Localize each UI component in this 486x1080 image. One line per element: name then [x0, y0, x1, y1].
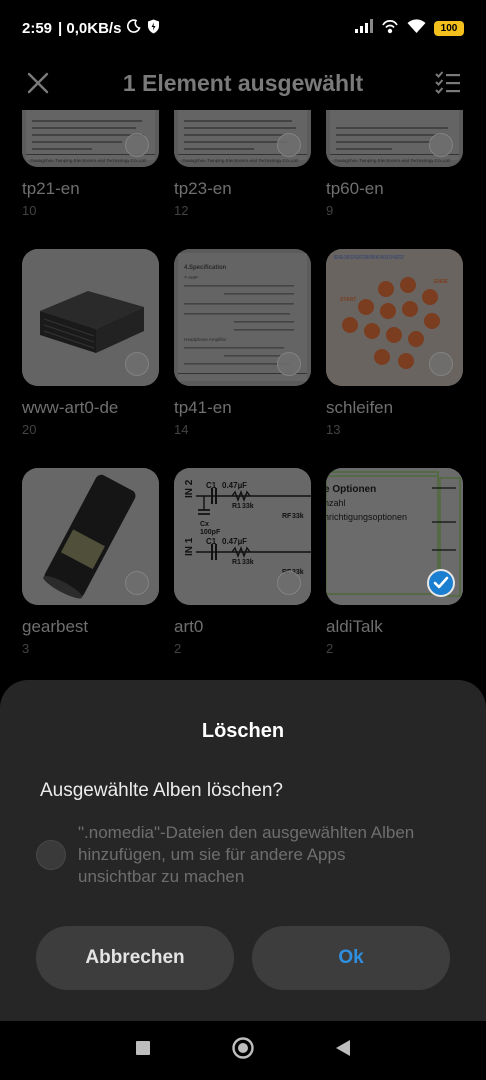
circuit-label: R1: [232, 559, 241, 566]
thumb-text: hrichtigungsoptionen: [326, 512, 407, 522]
circuit-label: 100pF: [200, 529, 221, 536]
selected-check-icon[interactable]: [427, 569, 455, 597]
album-count: 13: [326, 422, 341, 437]
thumb-footer-text: Guangzhou Tianping Electronics and Techn…: [334, 158, 451, 163]
album-count: 2: [326, 641, 334, 656]
selection-circle[interactable]: [429, 133, 453, 157]
wifi-icon: [407, 18, 426, 38]
album-name: tp23-en: [174, 179, 232, 198]
album-thumbnail: Guangzhou Tianping Electronics and Techn…: [174, 110, 311, 167]
selection-circle[interactable]: [125, 352, 149, 376]
circuit-label: C1: [206, 537, 217, 546]
selection-circle[interactable]: [277, 133, 301, 157]
circuit-label: RF: [282, 513, 292, 520]
circuit-label: 0.47µF: [222, 481, 247, 490]
album-item[interactable]: Guangzhou Tianping Electronics and Techn…: [174, 110, 311, 218]
circuit-label: Cx: [200, 521, 209, 528]
home-icon[interactable]: [231, 1036, 255, 1065]
album-item[interactable]: IN 2 IN 1 C1 0.47µF C1 0.47µF R1 33k R1 …: [174, 468, 311, 656]
thumb-footer-text: Guangzhou Tianping Electronics and Techn…: [182, 158, 299, 163]
delete-dialog: Löschen Ausgewählte Alben löschen? ".nom…: [0, 680, 486, 1021]
checklist-icon[interactable]: [432, 67, 464, 99]
album-item[interactable]: Guangzhou Tianping Electronics and Techn…: [22, 110, 159, 218]
album-name: gearbest: [22, 617, 89, 636]
album-name: art0: [174, 617, 204, 636]
album-count: 9: [326, 203, 334, 218]
battery-icon: 100: [434, 20, 464, 36]
album-thumbnail: IN 2 IN 1 C1 0.47µF C1 0.47µF R1 33k R1 …: [174, 468, 311, 605]
album-thumbnail: [22, 249, 159, 386]
album-item[interactable]: 4.Specification T-AMP Headphone Amplifie…: [174, 249, 311, 437]
thumb-label: START: [340, 297, 356, 303]
album-name: tp60-en: [326, 179, 384, 198]
album-item[interactable]: e Optionen nzahl hrichtigungsoptionen al…: [326, 468, 463, 656]
album-name: tp41-en: [174, 398, 232, 417]
album-count: 20: [22, 422, 37, 437]
album-grid: Guangzhou Tianping Electronics and Techn…: [0, 110, 486, 680]
circuit-label: 33k: [242, 503, 254, 510]
nomedia-checkbox[interactable]: [36, 840, 66, 870]
back-icon[interactable]: [335, 1039, 351, 1062]
album-count: 3: [22, 641, 30, 656]
album-item[interactable]: BEI WELCHER SCHLEIFSTEINKÖRNUNG MACHE IC…: [326, 249, 463, 437]
thumb-heading: BEI WELCHER SCHLEIFSTEINKÖRNUNG MACHE IC…: [334, 254, 404, 261]
album-thumbnail: Guangzhou Tianping Electronics and Techn…: [22, 110, 159, 167]
album-thumbnail: 4.Specification T-AMP Headphone Amplifie…: [174, 249, 311, 386]
thumb-text: T-AMP: [184, 275, 198, 280]
album-thumbnail: BEI WELCHER SCHLEIFSTEINKÖRNUNG MACHE IC…: [326, 249, 463, 386]
selection-title: 1 Element ausgewählt: [122, 69, 364, 96]
network-speed: | 0,0KB/s: [58, 19, 122, 37]
dialog-question: Ausgewählte Alben löschen?: [40, 780, 283, 801]
circuit-label: IN 1: [184, 537, 195, 556]
album-name: www-art0-de: [22, 398, 119, 417]
close-icon[interactable]: [22, 67, 54, 99]
selection-circle[interactable]: [277, 352, 301, 376]
album-count: 2: [174, 641, 182, 656]
thumb-text: nzahl: [326, 498, 346, 508]
navigation-bar: [0, 1021, 486, 1080]
album-thumbnail: e Optionen nzahl hrichtigungsoptionen: [326, 468, 463, 605]
selection-circle[interactable]: [125, 571, 149, 595]
circuit-label: R1: [232, 503, 241, 510]
signal-icon: [355, 19, 373, 37]
thumb-text: Headphone Amplifier: [184, 337, 227, 342]
hotspot-icon: [381, 19, 399, 38]
thumb-heading: 4.Specification: [184, 265, 227, 271]
selection-toolbar: 1 Element ausgewählt: [0, 56, 486, 110]
album-thumbnail: [22, 468, 159, 605]
album-thumbnail: Guangzhou Tianping Electronics and Techn…: [326, 110, 463, 167]
recents-icon[interactable]: [135, 1040, 151, 1061]
thumb-footer-text: Guangzhou Tianping Electronics and Techn…: [30, 158, 147, 163]
album-item[interactable]: www-art0-de 20: [22, 249, 159, 437]
thumb-label: ENDE: [434, 279, 449, 285]
thumb-heading: e Optionen: [326, 484, 376, 495]
shield-icon: [147, 19, 160, 38]
album-name: tp21-en: [22, 179, 80, 198]
selection-circle[interactable]: [277, 571, 301, 595]
dialog-title: Löschen: [201, 720, 285, 742]
circuit-label: 33k: [292, 513, 304, 520]
nomedia-option-label: ".nomedia"-Dateien den ausgewählten Albe…: [78, 823, 415, 886]
album-name: schleifen: [326, 398, 394, 417]
album-count: 14: [174, 422, 189, 437]
album-name: aldiTalk: [326, 617, 383, 636]
status-bar: 2:59 | 0,0KB/s 100: [0, 0, 486, 56]
moon-icon: [127, 19, 141, 37]
circuit-label: 33k: [242, 559, 254, 566]
ok-button[interactable]: Ok: [252, 926, 450, 990]
selection-circle[interactable]: [125, 133, 149, 157]
status-time: 2:59: [22, 19, 53, 37]
circuit-label: C1: [206, 481, 217, 490]
circuit-label: IN 2: [184, 479, 195, 498]
album-item[interactable]: Guangzhou Tianping Electronics and Techn…: [326, 110, 463, 218]
album-item[interactable]: gearbest 3: [22, 468, 159, 656]
cancel-button[interactable]: Abbrechen: [36, 926, 234, 990]
selection-circle[interactable]: [429, 352, 453, 376]
album-count: 12: [174, 203, 189, 218]
nomedia-option[interactable]: ".nomedia"-Dateien den ausgewählten Albe…: [36, 822, 436, 888]
album-count: 10: [22, 203, 37, 218]
circuit-label: 0.47µF: [222, 537, 247, 546]
